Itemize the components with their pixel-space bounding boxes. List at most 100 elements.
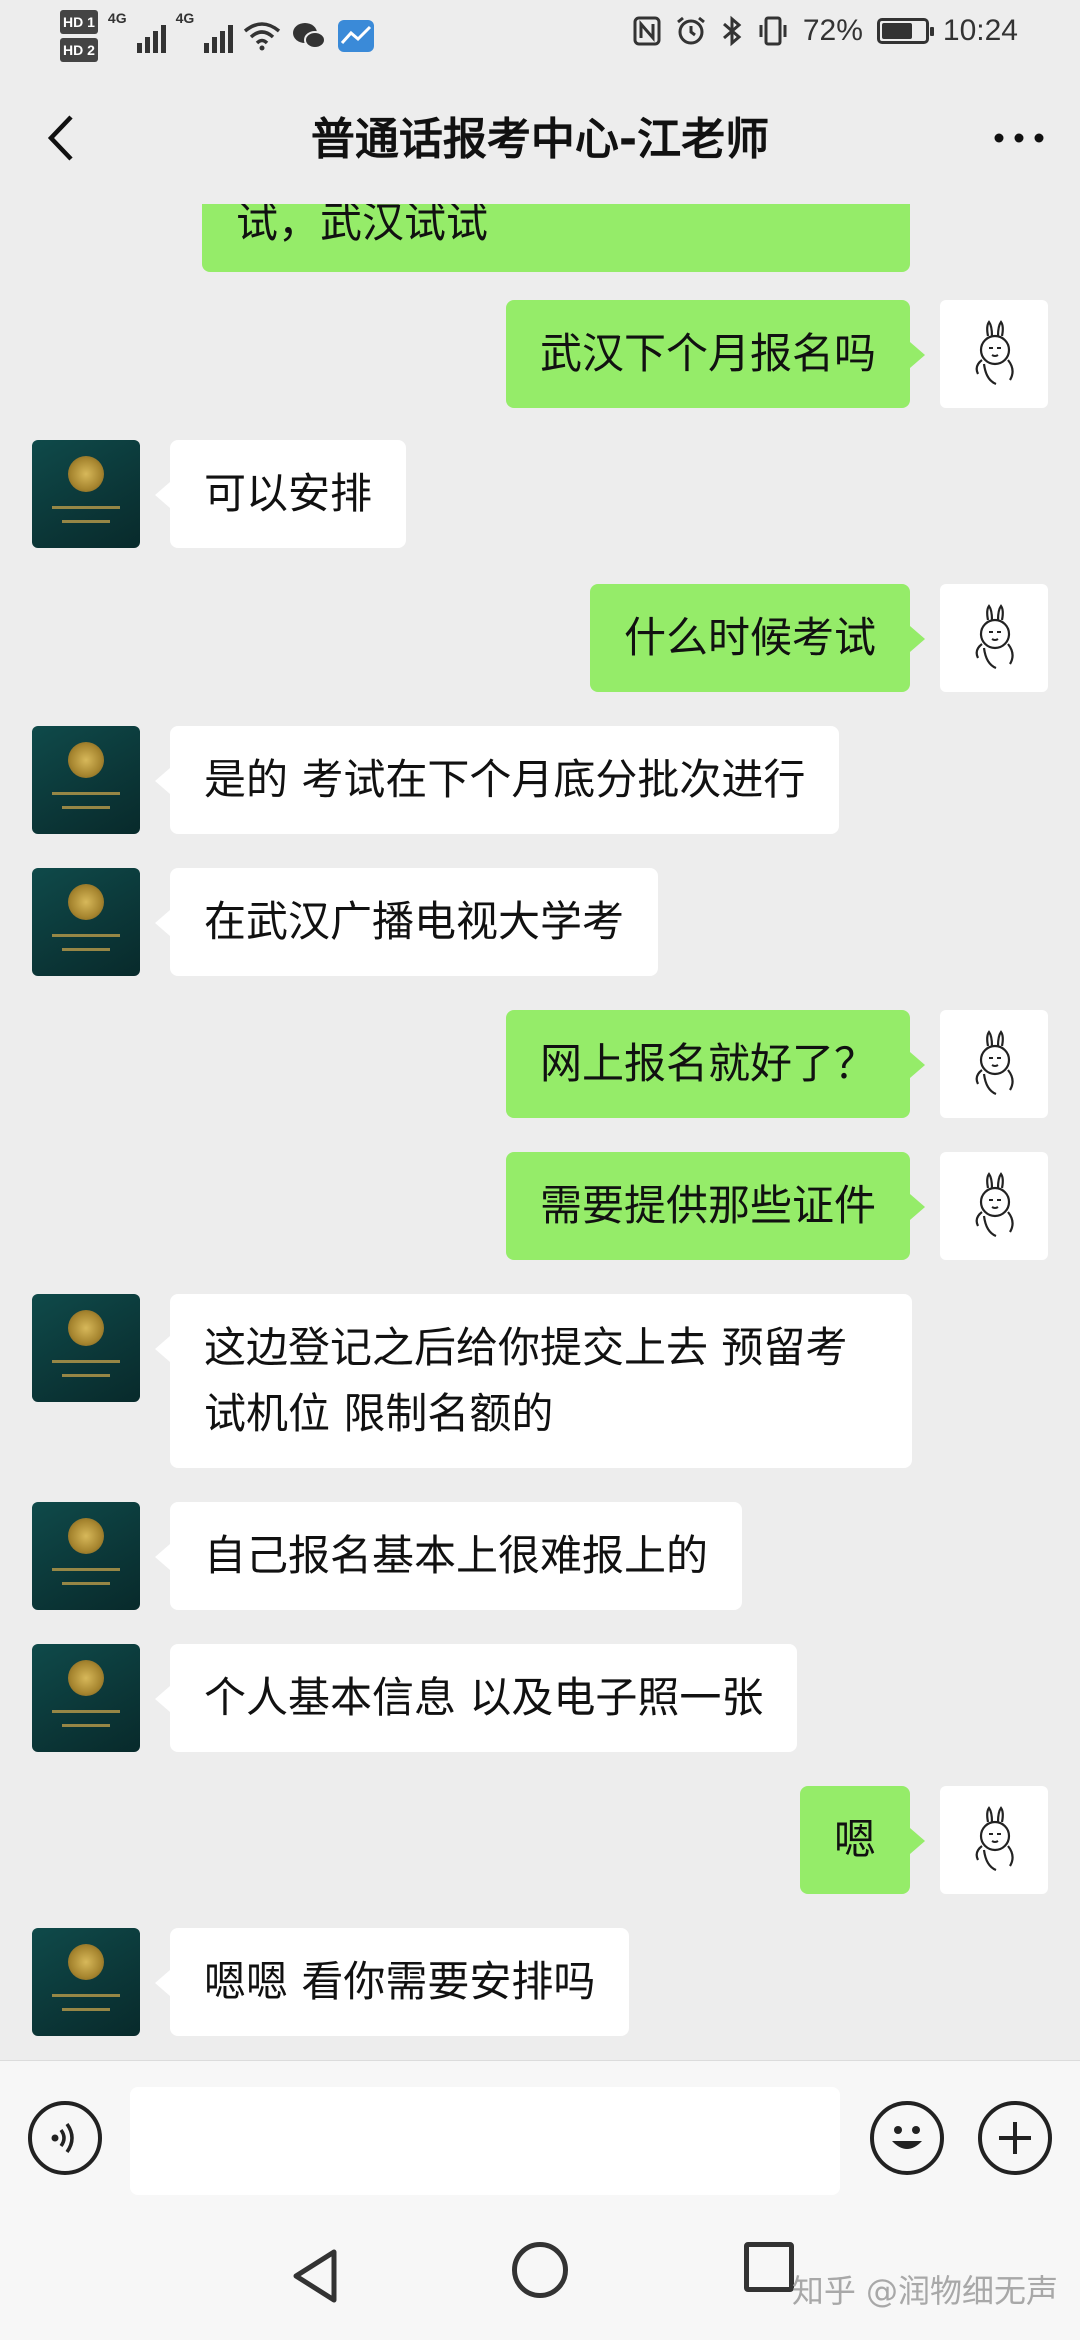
message-text-line: 试机位 限制名额的 xyxy=(204,1389,554,1438)
message-input[interactable] xyxy=(130,2087,840,2195)
my-avatar[interactable] xyxy=(940,1152,1048,1260)
message-bubble-mine[interactable]: 试，武汉试试 xyxy=(202,204,910,272)
avatar-text-line xyxy=(52,934,120,937)
more-functions-button[interactable] xyxy=(978,2101,1052,2175)
emblem-icon xyxy=(68,1310,104,1346)
message-text: 什么时候考试 xyxy=(623,613,876,662)
message-bubble-contact[interactable]: 个人基本信息 以及电子照一张 xyxy=(154,1644,798,1752)
avatar-text-line xyxy=(52,1994,120,1997)
avatar-text-line xyxy=(62,1374,110,1377)
message-text: 在武汉广播电视大学考 xyxy=(204,897,625,946)
vibrate-icon xyxy=(759,16,787,46)
avatar-text-line xyxy=(52,1568,120,1571)
message-list[interactable]: 试，武汉试试 武汉下个月报名吗 可以安排 什么时候考试 是的 考试在下个月底分批… xyxy=(0,204,1080,2060)
avatar-text-line xyxy=(62,2008,110,2011)
hd1-label: HD 1 xyxy=(60,10,98,34)
contact-avatar[interactable] xyxy=(32,868,140,976)
avatar-text-line xyxy=(62,1582,110,1585)
battery-percent: 72% xyxy=(802,14,863,47)
emoji-icon xyxy=(892,2126,922,2149)
alarm-icon xyxy=(676,16,705,45)
hd-indicator: HD 1 HD 2 xyxy=(60,8,98,64)
nav-recent-icon[interactable] xyxy=(744,2242,794,2292)
chat-header: 普通话报考中心-江老师 xyxy=(0,72,1080,204)
message-text: 嗯 xyxy=(833,1815,876,1864)
message-text: 嗯嗯 看你需要安排吗 xyxy=(204,1957,596,2006)
message-bubble-contact[interactable]: 可以安排 xyxy=(154,440,407,548)
system-nav-bar: 知乎 @润物细无声 xyxy=(0,2216,1080,2340)
rabbit-avatar-icon xyxy=(975,1172,1014,1238)
wifi-icon xyxy=(244,22,281,51)
back-button[interactable] xyxy=(30,108,90,168)
bluetooth-icon xyxy=(722,15,742,47)
message-bubble-mine[interactable]: 需要提供那些证件 xyxy=(505,1152,926,1260)
voice-button[interactable] xyxy=(28,2101,102,2175)
avatar-text-line xyxy=(52,506,120,509)
status-right: 72% 10:24 xyxy=(633,14,1018,48)
emblem-icon xyxy=(68,742,104,778)
rabbit-avatar-icon xyxy=(975,1806,1014,1872)
watermark: 知乎 @润物细无声 xyxy=(791,2272,1058,2310)
more-button[interactable] xyxy=(984,108,1054,168)
message-text: 自己报名基本上很难报上的 xyxy=(204,1531,709,1580)
plus-icon xyxy=(999,2122,1031,2154)
message-bubble-mine[interactable]: 嗯 xyxy=(799,1786,926,1894)
emblem-icon xyxy=(68,884,104,920)
network-type-1: 4G xyxy=(107,10,127,26)
message-text: 武汉下个月报名吗 xyxy=(539,329,876,378)
my-avatar[interactable] xyxy=(940,300,1048,408)
chat-title: 普通话报考中心-江老师 xyxy=(310,114,770,165)
voice-icon xyxy=(51,2122,74,2154)
message-text: 个人基本信息 以及电子照一张 xyxy=(204,1673,764,1722)
nav-back-icon[interactable] xyxy=(284,2244,348,2308)
avatar-text-line xyxy=(62,948,110,951)
rabbit-avatar-icon xyxy=(975,1030,1014,1096)
message-bubble-contact[interactable]: 在武汉广播电视大学考 xyxy=(154,868,659,976)
message-text: 是的 考试在下个月底分批次进行 xyxy=(204,755,806,804)
contact-avatar[interactable] xyxy=(32,1928,140,2036)
message-bubble-contact[interactable]: 自己报名基本上很难报上的 xyxy=(154,1502,743,1610)
status-left: HD 1 HD 2 4G 4G xyxy=(60,8,375,64)
more-dots-icon xyxy=(994,133,1044,143)
signal-2-icon xyxy=(204,19,234,53)
avatar-text-line xyxy=(62,520,110,523)
hd2-label: HD 2 xyxy=(60,38,98,62)
avatar-text-line xyxy=(52,1360,120,1363)
avatar-text-line xyxy=(52,792,120,795)
emblem-icon xyxy=(68,1944,104,1980)
avatar-text-line xyxy=(62,806,110,809)
message-bubble-contact[interactable]: 这边登记之后给你提交上去 预留考 试机位 限制名额的 xyxy=(155,1294,912,1468)
clock: 10:24 xyxy=(942,14,1018,47)
network-type-2: 4G xyxy=(175,10,195,26)
emblem-icon xyxy=(68,1518,104,1554)
message-text: 可以安排 xyxy=(204,469,373,518)
message-text: 需要提供那些证件 xyxy=(539,1181,876,1230)
battery-icon xyxy=(876,18,934,44)
message-bubble-mine[interactable]: 武汉下个月报名吗 xyxy=(505,300,926,408)
rabbit-avatar-icon xyxy=(975,604,1014,670)
contact-avatar[interactable] xyxy=(32,1502,140,1610)
my-avatar[interactable] xyxy=(940,1010,1048,1118)
message-bubble-mine[interactable]: 什么时候考试 xyxy=(589,584,926,692)
nav-home-icon[interactable] xyxy=(512,2242,568,2298)
message-text-line: 这边登记之后给你提交上去 预留考 xyxy=(204,1323,848,1372)
wechat-chat-screen: HD 1 HD 2 4G 4G 72% 10:24 普通话报考中心-江老师 试，… xyxy=(0,0,1080,2340)
emoji-button[interactable] xyxy=(870,2101,944,2175)
my-avatar[interactable] xyxy=(940,1786,1048,1894)
contact-avatar[interactable] xyxy=(32,1644,140,1752)
my-avatar[interactable] xyxy=(940,584,1048,692)
message-bubble-mine[interactable]: 网上报名就好了？ xyxy=(505,1010,926,1118)
avatar-text-line xyxy=(52,1710,120,1713)
message-bubble-contact[interactable]: 嗯嗯 看你需要安排吗 xyxy=(154,1928,630,2036)
nfc-icon xyxy=(633,16,661,46)
emblem-icon xyxy=(68,1660,104,1696)
avatar-text-line xyxy=(62,1724,110,1727)
contact-avatar[interactable] xyxy=(32,1294,140,1402)
message-bubble-contact[interactable]: 是的 考试在下个月底分批次进行 xyxy=(154,726,840,834)
message-text: 网上报名就好了？ xyxy=(539,1039,876,1088)
wechat-icon xyxy=(293,23,327,49)
emblem-icon xyxy=(68,456,104,492)
input-bar xyxy=(0,2060,1080,2217)
contact-avatar[interactable] xyxy=(32,440,140,548)
contact-avatar[interactable] xyxy=(32,726,140,834)
